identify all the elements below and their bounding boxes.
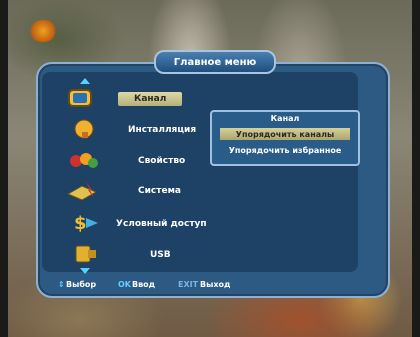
submenu-item-sort-channels[interactable]: Упорядочить каналы: [220, 128, 350, 140]
dollar-icon: $: [70, 212, 98, 234]
scroll-up-arrow-icon[interactable]: [80, 78, 90, 84]
scroll-down-arrow-icon[interactable]: [80, 268, 90, 274]
channel-submenu: Канал Упорядочить каналы Упорядочить изб…: [210, 110, 360, 166]
select-hint-label: Выбор: [66, 280, 97, 289]
select-key-icon: ⇕: [58, 280, 65, 289]
main-menu-title: Главное меню: [154, 50, 276, 74]
screen-edge-right: [412, 0, 420, 337]
background-orange-blob: [28, 20, 58, 42]
menu-item-installation[interactable]: Инсталляция: [128, 125, 196, 135]
ok-key-label: OK: [118, 280, 131, 289]
svg-text:$: $: [74, 213, 87, 234]
screen-edge-left: [0, 0, 8, 337]
menu-item-properties[interactable]: Свойство: [138, 156, 185, 166]
menu-item-usb[interactable]: USB: [150, 250, 171, 260]
menu-item-channel[interactable]: Канал: [118, 92, 183, 106]
ok-hint-label: Ввод: [132, 280, 156, 289]
tv-icon: [66, 88, 94, 110]
menu-item-system[interactable]: Система: [138, 186, 181, 196]
exit-key-label: EXIT: [178, 280, 199, 289]
exit-hint-label: Выход: [200, 280, 231, 289]
settings-cogs-icon: [68, 150, 98, 172]
footer-hints: ⇕ Выбор OK Ввод EXIT Выход: [44, 278, 374, 294]
submenu-title: Канал: [270, 114, 300, 123]
submenu-item-sort-favorites[interactable]: Упорядочить избранное: [220, 144, 350, 156]
satellite-dish-icon: [72, 118, 100, 140]
usb-icon: [72, 242, 100, 264]
receiver-icon: [66, 180, 98, 202]
menu-item-conditional-access[interactable]: Условный доступ: [116, 219, 207, 229]
